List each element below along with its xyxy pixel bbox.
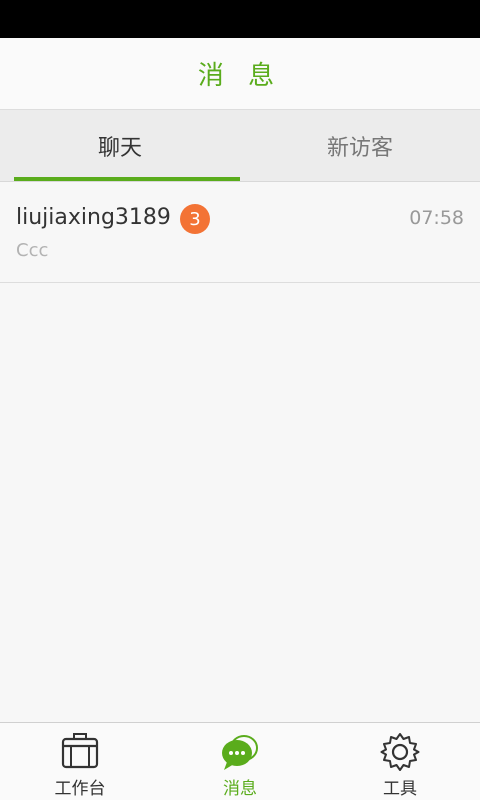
nav-item-workbench[interactable]: 工作台 <box>0 723 160 800</box>
tab-chat-label: 聊天 <box>97 135 142 161</box>
status-bar <box>0 0 480 38</box>
nav-label-messages: 消息 <box>223 779 257 799</box>
chat-list: liujiaxing3189 3 07:58 Ccc <box>0 183 480 283</box>
chat-timestamp: 07:58 <box>409 207 464 229</box>
tab-active-indicator <box>14 177 240 181</box>
tab-new-visitors-label: 新访客 <box>326 135 393 161</box>
nav-label-tools: 工具 <box>383 779 417 799</box>
nav-item-messages[interactable]: 消息 <box>160 723 320 800</box>
title-bar: 消 息 <box>0 38 480 110</box>
chat-last-message: Ccc <box>16 240 49 261</box>
nav-label-workbench: 工作台 <box>54 779 106 799</box>
briefcase-icon <box>61 733 99 769</box>
tab-new-visitors[interactable]: 新访客 <box>240 110 480 181</box>
tab-bar: 聊天 新访客 <box>0 110 480 182</box>
page-title: 消 息 <box>197 61 283 91</box>
chat-contact-name: liujiaxing3189 <box>16 205 171 230</box>
chat-bubble-icon <box>222 735 258 770</box>
nav-item-tools[interactable]: 工具 <box>320 723 480 800</box>
gear-icon <box>380 733 420 771</box>
unread-badge: 3 <box>180 204 210 234</box>
tab-chat[interactable]: 聊天 <box>0 110 240 181</box>
bottom-nav: 工作台 消息 工具 <box>0 722 480 800</box>
list-item[interactable]: liujiaxing3189 3 07:58 Ccc <box>0 183 480 283</box>
